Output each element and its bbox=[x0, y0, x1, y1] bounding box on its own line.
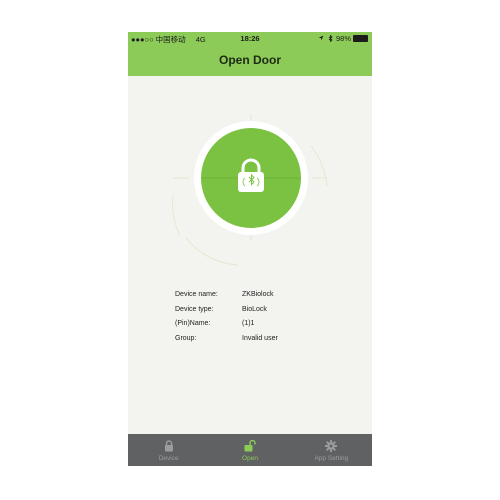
info-value: Invalid user bbox=[242, 334, 278, 342]
tab-device[interactable]: Device bbox=[128, 434, 209, 466]
tab-open-label: Open bbox=[242, 454, 258, 462]
battery-percent: 98% bbox=[335, 33, 351, 43]
battery-fill bbox=[354, 35, 367, 41]
page-title: Open Door bbox=[219, 53, 281, 67]
open-door-button[interactable] bbox=[201, 128, 301, 228]
tab-app-setting[interactable]: App Setting bbox=[291, 434, 372, 466]
info-row: Group: Invalid user bbox=[175, 335, 278, 350]
tab-bar: Device Open App Setting bbox=[128, 434, 372, 466]
info-value: BioLock bbox=[242, 305, 267, 313]
unlock-icon bbox=[244, 439, 256, 453]
info-row: Device name: ZKBiolock bbox=[175, 291, 278, 306]
status-right: 98% bbox=[318, 34, 368, 43]
gear-icon bbox=[325, 439, 338, 453]
tab-open[interactable]: Open bbox=[209, 434, 290, 466]
info-label: Device name: bbox=[175, 291, 218, 298]
info-row: Device type: BioLock bbox=[175, 306, 278, 321]
info-label: Group: bbox=[175, 334, 197, 342]
tab-app-setting-label: App Setting bbox=[314, 454, 349, 462]
info-label: (Pin)Name: bbox=[175, 320, 211, 327]
bluetooth-icon bbox=[328, 34, 333, 42]
nav-bar: Open Door bbox=[128, 44, 372, 76]
lock-icon bbox=[164, 439, 174, 453]
tab-device-label: Device bbox=[158, 454, 179, 462]
info-value: (1)1 bbox=[242, 320, 255, 327]
info-row: (Pin)Name: (1)1 bbox=[175, 320, 278, 335]
battery-icon bbox=[353, 34, 368, 42]
location-arrow-icon bbox=[318, 35, 324, 41]
app-screen: ●●●○○ 中国移动 4G 18:26 98% Open Door Device… bbox=[128, 32, 372, 466]
lock-art bbox=[172, 114, 328, 266]
info-value: ZKBiolock bbox=[242, 291, 274, 298]
info-label: Device type: bbox=[175, 305, 214, 313]
status-bar: ●●●○○ 中国移动 4G 18:26 98% bbox=[128, 32, 372, 44]
device-info: Device name: ZKBiolock Device type: BioLock… bbox=[175, 291, 278, 349]
